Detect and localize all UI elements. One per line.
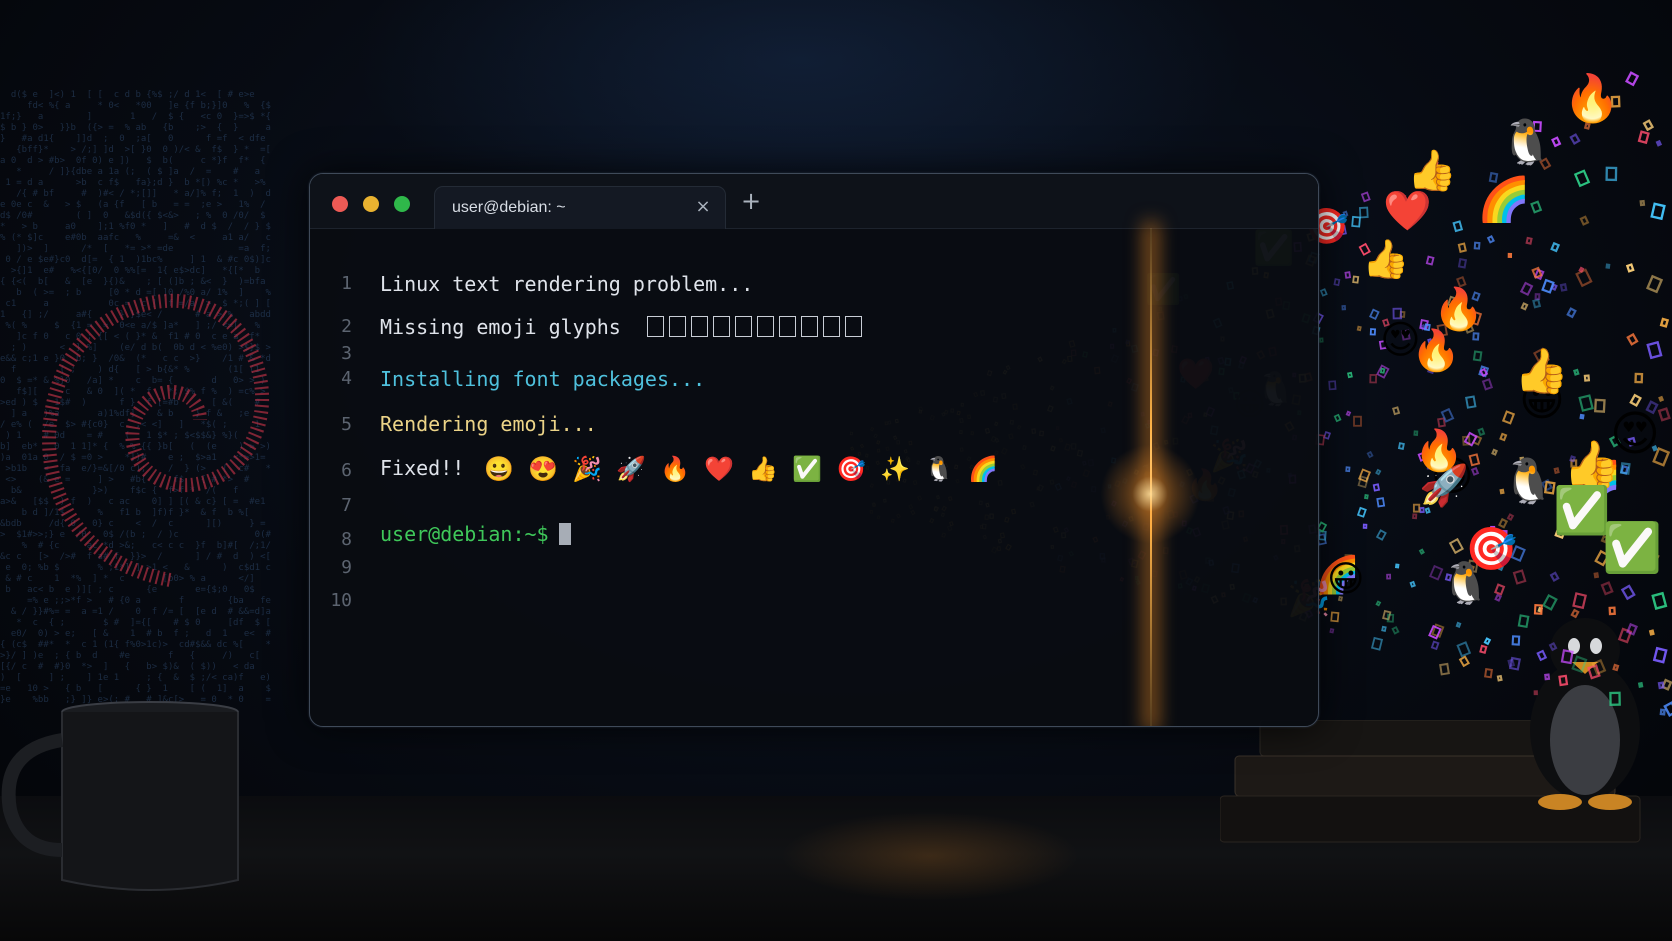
missing-glyph-box: [690, 316, 708, 337]
missing-glyph-box: [844, 316, 862, 337]
line-number: 6: [341, 460, 352, 481]
close-window-dot-icon[interactable]: [332, 196, 348, 212]
line-number: 8: [341, 529, 352, 550]
line-number: 2: [341, 316, 352, 337]
terminal-line-1: Linux text rendering problem...: [380, 272, 754, 296]
line-number-gutter: 1 2 3 4 5 6 7 8 9 10: [310, 228, 370, 726]
emoji-glyph: 🐧: [924, 455, 955, 483]
missing-glyph-box: [756, 316, 774, 337]
missing-glyph-box: [668, 316, 686, 337]
emoji-glyph: ✅: [792, 455, 823, 483]
terminal-window[interactable]: user@debian: ~ × + 1 2 3 4 5 6 7 8 9 10 …: [309, 173, 1319, 727]
emoji-glyph: 🚀: [616, 455, 647, 483]
line-number: 1: [341, 273, 352, 294]
minimize-window-dot-icon[interactable]: [363, 196, 379, 212]
terminal-prompt-line[interactable]: user@debian:~$: [380, 522, 571, 546]
terminal-line-4: Installing font packages...: [380, 367, 706, 391]
missing-glyph-box: [778, 316, 796, 337]
missing-glyph-box: [646, 316, 664, 337]
missing-glyph-box: [712, 316, 730, 337]
text-cursor: [558, 523, 571, 545]
beam-flare: [1100, 444, 1200, 544]
line-number: 7: [341, 495, 352, 516]
missing-glyph-box: [822, 316, 840, 337]
missing-glyphs-text: Missing emoji glyphs: [380, 315, 621, 339]
emoji-glyph: 🔥: [660, 455, 691, 483]
plus-icon[interactable]: +: [736, 186, 766, 216]
fixed-text: Fixed!!: [380, 456, 465, 480]
debian-swirl-logo: [42, 293, 269, 587]
missing-glyph-box: [800, 316, 818, 337]
shell-prompt: user@debian:~$: [380, 522, 549, 546]
terminal-titlebar: user@debian: ~ × +: [310, 174, 1318, 229]
line-number: 5: [341, 414, 352, 435]
terminal-line-2: Missing emoji glyphs: [380, 315, 867, 339]
close-icon[interactable]: ×: [691, 195, 715, 219]
tux-penguin-figure: [1530, 618, 1640, 810]
emoji-glyph: ✨: [880, 455, 911, 483]
line-number: 10: [330, 590, 352, 611]
line-number: 3: [341, 343, 352, 364]
emoji-glyph: 👍: [748, 455, 779, 483]
fixed-emoji-row: 😀 😍 🎉 🚀 🔥 ❤️ 👍 ✅ 🎯 ✨ 🐧 🌈: [484, 455, 1012, 483]
emoji-glyph: 🌈: [968, 455, 999, 483]
emoji-glyph: 🎯: [836, 455, 867, 483]
coffee-mug: [1, 701, 239, 891]
line-number: 9: [341, 557, 352, 578]
emoji-glyph: 😀: [484, 455, 515, 483]
emoji-glyph: 🎉: [572, 455, 603, 483]
terminal-line-6: Fixed!! 😀 😍 🎉 🚀 🔥 ❤️ 👍 ✅ 🎯 ✨ 🐧 🌈: [380, 455, 1012, 483]
emoji-glyph: ❤️: [704, 455, 735, 483]
missing-glyph-boxes: [646, 315, 867, 339]
terminal-tab[interactable]: user@debian: ~ ×: [434, 186, 726, 229]
missing-glyph-box: [734, 316, 752, 337]
desk-reflection: [780, 811, 1080, 901]
maximize-window-dot-icon[interactable]: [394, 196, 410, 212]
tab-title: user@debian: ~: [452, 199, 566, 216]
emoji-glyph: 😍: [528, 455, 559, 483]
terminal-line-5: Rendering emoji...: [380, 412, 597, 436]
line-number: 4: [341, 368, 352, 389]
